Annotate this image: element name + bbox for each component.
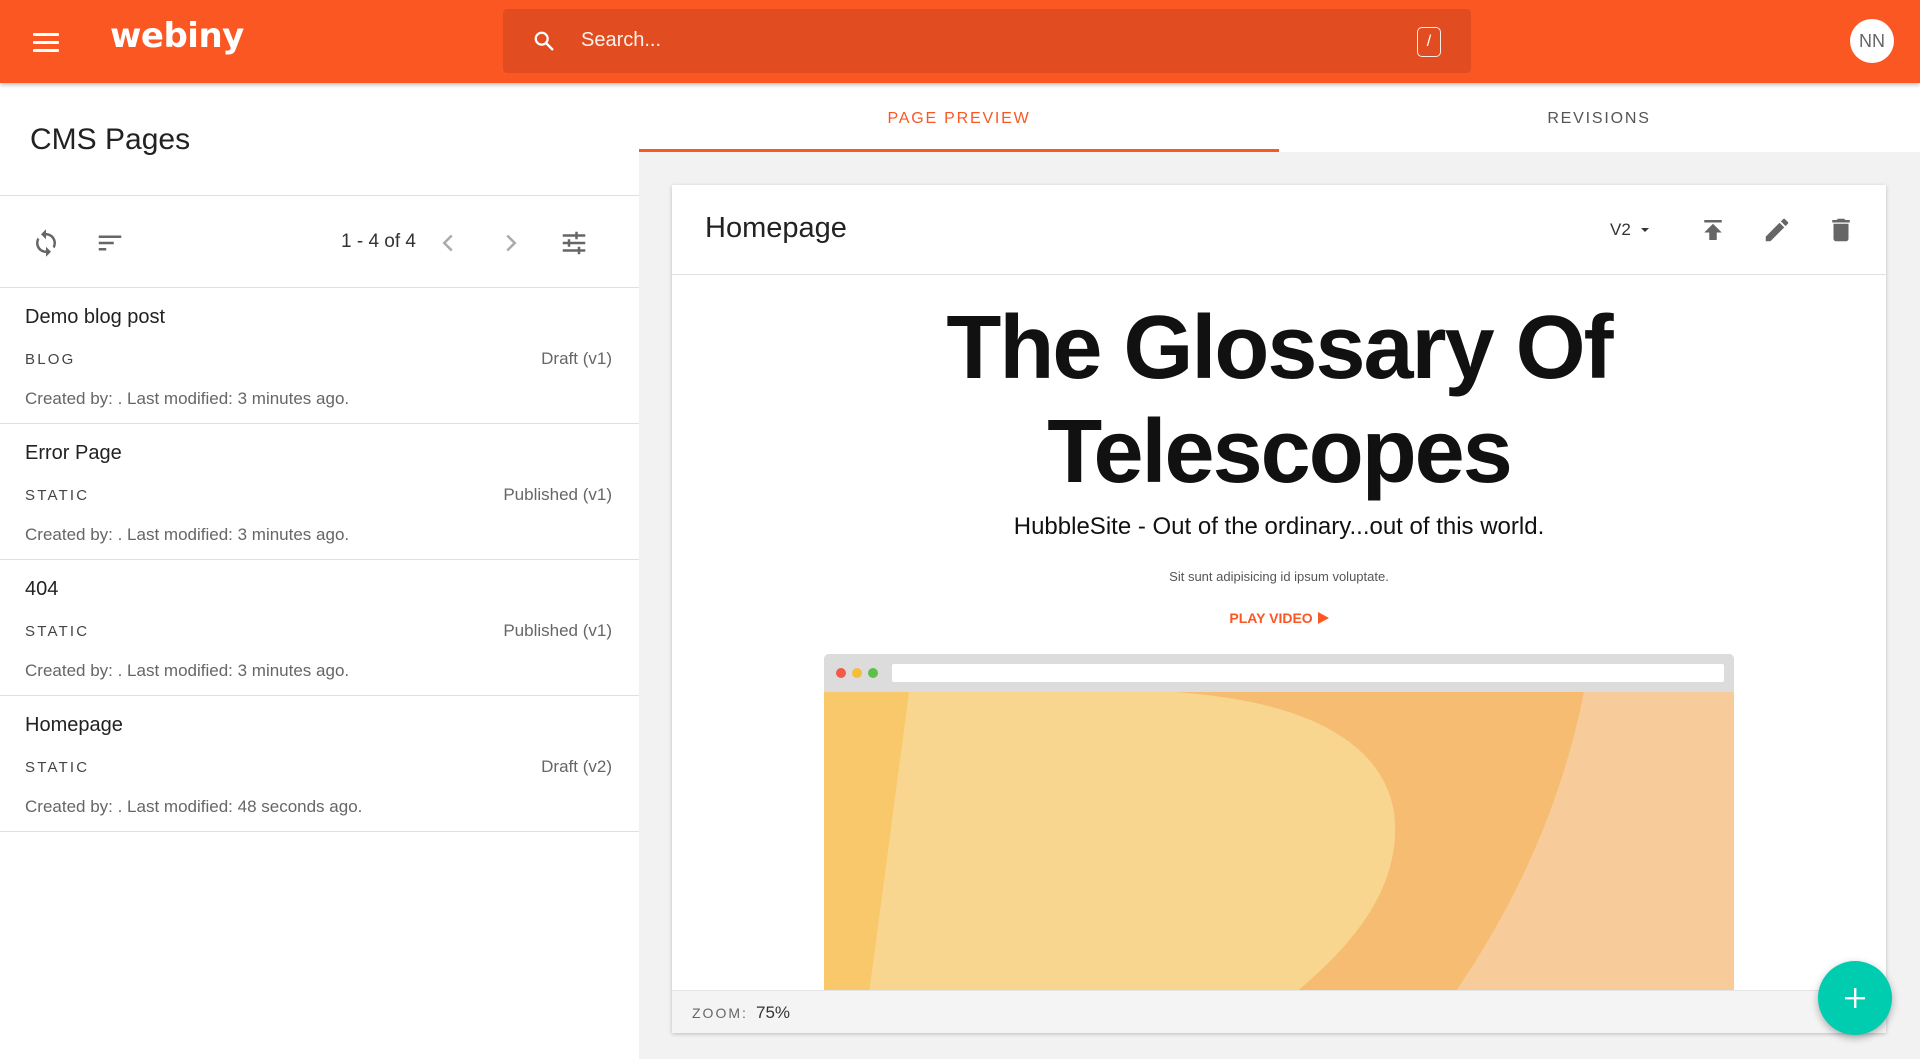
hero-title-line: Telescopes [1047, 402, 1513, 502]
play-icon [1317, 612, 1329, 624]
version-label: V2 [1610, 220, 1631, 239]
add-page-button[interactable] [1818, 961, 1892, 1035]
abstract-illustration [824, 692, 1734, 990]
search-bar[interactable]: Search... / [503, 9, 1471, 73]
preview-page-title: Homepage [705, 212, 847, 244]
hamburger-menu-icon[interactable] [28, 24, 64, 60]
page-list-item[interactable]: Demo blog post BLOG Draft (v1) Created b… [0, 288, 639, 424]
page-category: BLOG [25, 351, 76, 368]
window-dot-yellow [852, 668, 862, 678]
zoom-bar: ZOOM: 75% [672, 990, 1886, 1033]
hero-text: Sit sunt adipisicing id ipsum voluptate. [1169, 569, 1389, 584]
list-toolbar: 1 - 4 of 4 [0, 196, 639, 288]
browser-mockup-urlbar [892, 664, 1724, 682]
hero-subtitle: HubbleSite - Out of the ordinary...out o… [1013, 513, 1545, 540]
page-status: Published (v1) [503, 485, 612, 504]
page-preview-card: Homepage V2 The Glossary Of Telescopes H… [672, 185, 1886, 1033]
page-title: Homepage [25, 714, 123, 736]
page-title: Error Page [25, 442, 122, 464]
zoom-value[interactable]: 75% [756, 1003, 790, 1023]
page-title: Demo blog post [25, 306, 166, 328]
publish-icon[interactable] [1698, 215, 1728, 245]
page-list-item[interactable]: Error Page STATIC Published (v1) Created… [0, 424, 639, 560]
refresh-icon[interactable] [31, 228, 61, 258]
plus-icon [1845, 988, 1865, 1008]
tab-revisions[interactable]: REVISIONS [1279, 83, 1919, 152]
tab-page-preview[interactable]: PAGE PREVIEW [639, 83, 1279, 152]
search-icon [534, 31, 554, 51]
sort-icon[interactable] [95, 228, 125, 258]
page-meta: Created by: . Last modified: 3 minutes a… [25, 389, 350, 408]
pages-list-panel: CMS Pages 1 - 4 of 4 Demo blog post BLOG… [0, 83, 639, 1059]
page-meta: Created by: . Last modified: 3 minutes a… [25, 525, 350, 544]
page-status: Published (v1) [503, 621, 612, 640]
play-video-link[interactable]: PLAY VIDEO [672, 610, 1886, 626]
window-dot-red [836, 668, 846, 678]
search-input[interactable]: Search... [581, 29, 661, 52]
chevron-left-icon[interactable] [433, 228, 463, 258]
panel-title: CMS Pages [30, 123, 191, 156]
edit-pencil-icon[interactable] [1762, 215, 1792, 245]
page-category: STATIC [25, 759, 90, 776]
page-status: Draft (v2) [541, 757, 612, 776]
chevron-right-icon[interactable] [496, 228, 526, 258]
page-list-item[interactable]: 404 STATIC Published (v1) Created by: . … [0, 560, 639, 696]
page-title: 404 [25, 578, 59, 600]
caret-down-icon [1640, 228, 1649, 232]
webiny-logo[interactable]: webiny [110, 16, 244, 56]
page-meta: Created by: . Last modified: 3 minutes a… [25, 661, 350, 680]
page-category: STATIC [25, 623, 90, 640]
detail-tabs: PAGE PREVIEW REVISIONS [639, 83, 1920, 152]
preview-header: Homepage V2 [672, 185, 1886, 275]
top-app-bar: webiny Search... / NN [0, 0, 1920, 83]
search-shortcut-badge: / [1417, 27, 1441, 57]
zoom-label: ZOOM: [692, 1005, 748, 1021]
window-dot-green [868, 668, 878, 678]
page-preview-area: The Glossary Of Telescopes HubbleSite - … [672, 276, 1886, 990]
delete-trash-icon[interactable] [1826, 215, 1856, 245]
page-category: STATIC [25, 487, 90, 504]
pagination-label: 1 - 4 of 4 [341, 231, 416, 252]
version-dropdown[interactable]: V2 [1610, 220, 1650, 240]
browser-mockup-image [824, 654, 1734, 990]
page-meta: Created by: . Last modified: 48 seconds … [25, 797, 363, 816]
play-video-label: PLAY VIDEO [1229, 610, 1313, 626]
user-avatar[interactable]: NN [1850, 19, 1894, 63]
hero-title-line: The Glossary Of [946, 298, 1613, 398]
page-list-item[interactable]: Homepage STATIC Draft (v2) Created by: .… [0, 696, 639, 832]
hero-title: The Glossary Of Telescopes [672, 296, 1886, 504]
page-status: Draft (v1) [541, 349, 612, 368]
filter-settings-icon[interactable] [559, 228, 589, 258]
browser-mockup-toolbar [824, 654, 1734, 692]
